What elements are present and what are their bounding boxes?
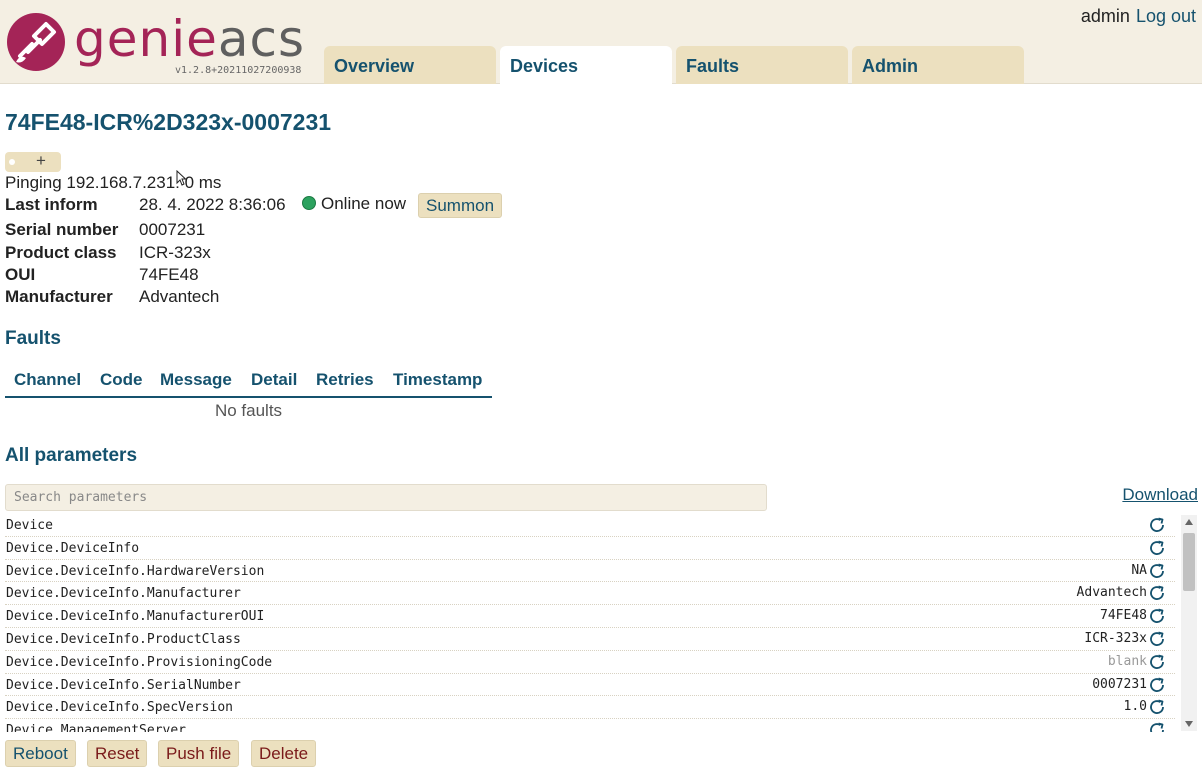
app-header: genieacs v1.2.8+20211027200938 Overview … — [0, 0, 1202, 85]
column-timestamp[interactable]: Timestamp — [393, 370, 482, 390]
online-status: Online now — [302, 194, 406, 214]
refresh-icon[interactable] — [1148, 584, 1166, 602]
refresh-icon[interactable] — [1148, 539, 1166, 557]
tab-admin[interactable]: Admin — [852, 46, 1024, 84]
parameters-heading: All parameters — [5, 445, 138, 466]
parameter-name[interactable]: Device.DeviceInfo.Manufacturer — [6, 586, 241, 601]
info-label: Last inform — [5, 195, 98, 214]
online-indicator-icon — [302, 196, 316, 210]
parameter-value[interactable]: 0007231 — [1092, 677, 1147, 692]
info-value: Advantech — [139, 287, 220, 306]
reset-button[interactable]: Reset — [87, 740, 148, 767]
push-file-button[interactable]: Push file — [158, 740, 240, 767]
parameter-row: Device.DeviceInfo — [5, 537, 1175, 560]
parameter-value[interactable]: ICR-323x — [1084, 631, 1147, 646]
user-menu: admin Log out — [1081, 6, 1196, 27]
scroll-up-icon[interactable] — [1185, 519, 1193, 525]
parameter-name[interactable]: Device.DeviceInfo.ProductClass — [6, 632, 241, 647]
parameter-row: Device.DeviceInfo.SpecVersion 1.0 — [5, 696, 1175, 720]
info-value: 74FE48 — [139, 265, 199, 284]
refresh-icon[interactable] — [1148, 562, 1166, 580]
column-code[interactable]: Code — [100, 370, 143, 390]
search-parameters-input[interactable]: Search parameters — [5, 484, 767, 511]
ping-status: Pinging 192.168.7.231: 0 ms — [5, 173, 222, 192]
mouse-cursor-icon — [176, 170, 186, 186]
parameter-name[interactable]: Device.DeviceInfo.ManufacturerOUI — [6, 609, 264, 624]
parameter-name[interactable]: Device.DeviceInfo.HardwareVersion — [6, 564, 264, 579]
column-detail[interactable]: Detail — [251, 370, 297, 390]
parameter-row: Device.DeviceInfo.HardwareVersion NA — [5, 560, 1175, 583]
refresh-icon[interactable] — [1148, 653, 1166, 671]
no-faults-message: No faults — [214, 401, 283, 420]
parameter-value[interactable]: 1.0 — [1124, 699, 1147, 714]
parameter-value[interactable]: Advantech — [1077, 585, 1147, 600]
parameter-row: Device.DeviceInfo.SerialNumber 0007231 — [5, 674, 1175, 697]
parameter-row: Device.DeviceInfo.ProvisioningCode blank — [5, 651, 1175, 674]
info-value: 28. 4. 2022 8:36:06 — [139, 195, 286, 214]
refresh-icon[interactable] — [1148, 676, 1166, 694]
parameter-name[interactable]: Device — [6, 518, 53, 533]
logout-link[interactable]: Log out — [1136, 6, 1196, 26]
parameter-row: Device.DeviceInfo.ProductClass ICR-323x — [5, 628, 1175, 651]
download-link[interactable]: Download — [1122, 485, 1198, 505]
parameter-row: Device.ManagementServer — [5, 719, 1175, 732]
reboot-button[interactable]: Reboot — [5, 740, 76, 767]
column-channel[interactable]: Channel — [14, 370, 81, 390]
parameter-row: Device.DeviceInfo.ManufacturerOUI 74FE48 — [5, 605, 1175, 628]
tab-devices[interactable]: Devices — [500, 46, 672, 85]
parameter-value[interactable]: blank — [1108, 654, 1147, 669]
parameters-scrollbar[interactable] — [1181, 515, 1197, 731]
info-label: OUI — [5, 265, 36, 284]
refresh-icon[interactable] — [1148, 516, 1166, 534]
parameter-name[interactable]: Device.DeviceInfo — [6, 541, 139, 556]
summon-button[interactable]: Summon — [418, 193, 503, 218]
delete-button[interactable]: Delete — [251, 740, 317, 767]
info-label: Manufacturer — [5, 287, 113, 306]
parameter-value[interactable]: NA — [1131, 563, 1147, 578]
scrollbar-thumb[interactable] — [1183, 533, 1195, 591]
username: admin — [1080, 6, 1130, 26]
parameter-value[interactable]: 74FE48 — [1100, 608, 1147, 623]
refresh-icon[interactable] — [1148, 607, 1166, 625]
add-tag-button[interactable]: + — [5, 151, 61, 172]
parameter-name[interactable]: Device.DeviceInfo.SpecVersion — [6, 700, 233, 715]
refresh-icon[interactable] — [1148, 721, 1166, 732]
info-label: Product class — [5, 243, 117, 262]
parameter-name[interactable]: Device.DeviceInfo.ProvisioningCode — [6, 655, 272, 670]
page-title: 74FE48-ICR%2D323x-0007231 — [5, 109, 332, 135]
faults-heading: Faults — [5, 328, 61, 349]
column-message[interactable]: Message — [160, 370, 232, 390]
faults-table-header: Channel Code Message Detail Retries Time… — [5, 370, 492, 398]
app-version: v1.2.8+20211027200938 — [175, 65, 302, 76]
refresh-icon[interactable] — [1148, 698, 1166, 716]
parameter-name[interactable]: Device.DeviceInfo.SerialNumber — [6, 678, 241, 693]
genieacs-logo-icon — [7, 13, 65, 71]
refresh-icon[interactable] — [1148, 630, 1166, 648]
parameter-row: Device — [5, 514, 1175, 537]
logo-wordmark: genieacs — [74, 10, 306, 68]
plus-icon: + — [36, 151, 46, 170]
column-retries[interactable]: Retries — [316, 370, 374, 390]
parameter-name[interactable]: Device.ManagementServer — [6, 723, 186, 732]
info-label: Serial number — [5, 220, 119, 239]
online-status-text: Online now — [321, 194, 407, 213]
tag-hole-icon — [9, 159, 15, 165]
parameter-row: Device.DeviceInfo.Manufacturer Advantech — [5, 582, 1175, 606]
tab-overview[interactable]: Overview — [324, 46, 496, 84]
scroll-down-icon[interactable] — [1185, 721, 1193, 727]
parameters-list: Device Device.DeviceInfo Device.DeviceIn… — [5, 514, 1175, 732]
info-value: ICR-323x — [139, 243, 211, 262]
info-value: 0007231 — [139, 220, 206, 239]
tab-faults[interactable]: Faults — [676, 46, 848, 84]
